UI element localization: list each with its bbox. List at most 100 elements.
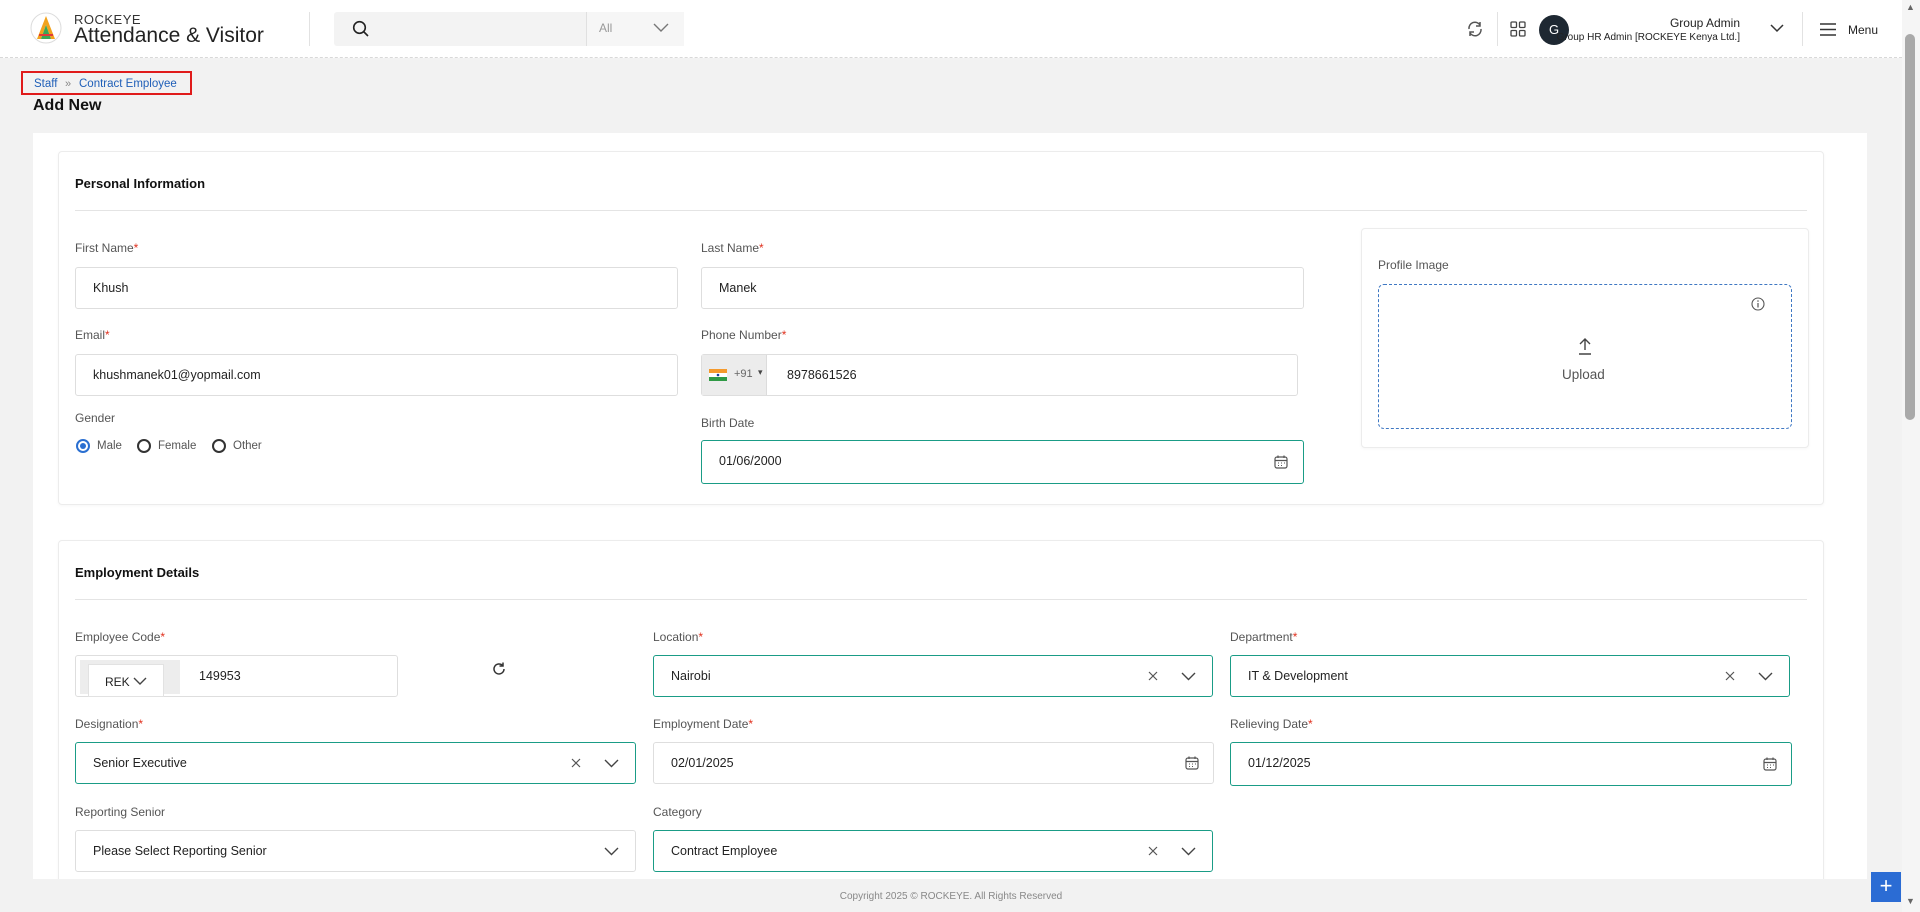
breadcrumb-staff-link[interactable]: Staff: [34, 78, 57, 90]
hamburger-menu-icon[interactable]: [1820, 23, 1836, 36]
chevron-down-icon: [133, 677, 147, 685]
first-name-label: First Name*: [75, 241, 139, 255]
calendar-icon[interactable]: [1185, 756, 1199, 770]
menu-button[interactable]: Menu: [1848, 23, 1878, 37]
caret-down-icon: ▾: [758, 367, 763, 377]
apps-grid-icon[interactable]: [1510, 21, 1526, 37]
gender-other-radio[interactable]: [212, 439, 226, 453]
india-flag-icon: [709, 369, 727, 381]
refresh-icon[interactable]: [1466, 20, 1484, 38]
rockeye-logo: [30, 12, 62, 44]
upload-icon: [1579, 338, 1591, 355]
chevron-right-icon: »: [65, 78, 72, 90]
global-search: All: [334, 12, 684, 46]
clear-icon[interactable]: [571, 758, 581, 768]
brand-name: Attendance & Visitor: [74, 24, 264, 47]
scroll-up-icon[interactable]: ▲: [1906, 2, 1915, 12]
first-name-field[interactable]: Khush: [75, 267, 678, 309]
gender-label: Gender: [75, 411, 116, 425]
divider: [75, 599, 1807, 600]
profile-upload-dropzone[interactable]: [1378, 284, 1792, 429]
scroll-down-icon[interactable]: ▼: [1906, 896, 1915, 906]
relieving-date-field[interactable]: 01/12/2025: [1230, 742, 1792, 786]
search-input[interactable]: [378, 17, 603, 41]
gender-male-radio[interactable]: [76, 439, 90, 453]
phone-label: Phone Number*: [701, 328, 787, 342]
breadcrumb: Staff » Contract Employee: [21, 71, 192, 95]
last-name-field[interactable]: Manek: [701, 267, 1304, 309]
chevron-down-icon[interactable]: [1770, 24, 1784, 33]
chevron-down-icon[interactable]: [1181, 847, 1196, 856]
search-icon: [352, 20, 369, 37]
divider: [309, 12, 310, 46]
employee-code-field[interactable]: REK 149953: [75, 655, 398, 697]
gender-other-label: Other: [233, 440, 262, 452]
email-label: Email*: [75, 328, 110, 342]
birth-date-field[interactable]: 01/06/2000: [701, 440, 1304, 484]
divider: [1497, 12, 1498, 46]
search-scope-select[interactable]: All: [586, 12, 684, 46]
category-label: Category: [653, 805, 702, 819]
department-select[interactable]: IT & Development: [1230, 655, 1790, 697]
info-icon[interactable]: [1751, 297, 1765, 311]
top-bar: ROCKEYE Attendance & Visitor All G Group…: [0, 0, 1902, 58]
chevron-down-icon[interactable]: [604, 759, 619, 768]
chevron-down-icon: [653, 23, 669, 32]
user-name[interactable]: Group Admin: [1670, 16, 1740, 30]
employment-date-value: 02/01/2025: [671, 756, 734, 770]
breadcrumb-contract-employee-link[interactable]: Contract Employee: [79, 78, 177, 90]
relieving-date-label: Relieving Date*: [1230, 717, 1313, 731]
calendar-icon[interactable]: [1763, 757, 1777, 771]
clear-icon[interactable]: [1148, 671, 1158, 681]
country-code-select[interactable]: +91 ▾: [702, 355, 767, 395]
clear-icon[interactable]: [1725, 671, 1735, 681]
last-name-value: Manek: [719, 281, 757, 295]
calendar-icon[interactable]: [1274, 455, 1288, 469]
relieving-date-value: 01/12/2025: [1248, 756, 1311, 770]
reporting-senior-label: Reporting Senior: [75, 805, 166, 819]
scrollbar-thumb[interactable]: [1905, 34, 1915, 420]
employee-code-prefix: REK: [105, 675, 130, 689]
last-name-label: Last Name*: [701, 241, 764, 255]
employee-code-prefix-box: REK: [80, 660, 180, 697]
birth-date-value: 01/06/2000: [719, 454, 782, 468]
gender-male-label: Male: [97, 440, 122, 452]
employee-code-value: 149953: [199, 669, 241, 683]
first-name-value: Khush: [93, 281, 129, 295]
add-fab-button[interactable]: +: [1871, 872, 1901, 902]
gender-female-label: Female: [158, 440, 197, 452]
upload-label[interactable]: Upload: [1562, 367, 1605, 382]
divider: [75, 210, 1807, 211]
phone-value: 8978661526: [787, 368, 857, 382]
department-value: IT & Development: [1248, 669, 1348, 683]
clear-icon[interactable]: [1148, 846, 1158, 856]
birth-date-label: Birth Date: [701, 416, 755, 430]
gender-female-radio[interactable]: [137, 439, 151, 453]
chevron-down-icon[interactable]: [1181, 672, 1196, 681]
reporting-senior-select[interactable]: Please Select Reporting Senior: [75, 830, 636, 872]
chevron-down-icon[interactable]: [1758, 672, 1773, 681]
chevron-down-icon[interactable]: [604, 847, 619, 856]
copyright-text: Copyright 2025 © ROCKEYE. All Rights Res…: [839, 891, 1063, 902]
country-code: +91: [734, 368, 753, 380]
designation-label: Designation*: [75, 717, 144, 731]
page-title: Add New: [33, 97, 102, 114]
employment-date-field[interactable]: 02/01/2025: [653, 742, 1214, 784]
location-value: Nairobi: [671, 669, 711, 683]
section-title-personal: Personal Information: [75, 176, 206, 191]
designation-select[interactable]: Senior Executive: [75, 742, 636, 784]
email-value: khushmanek01@yopmail.com: [93, 368, 261, 382]
location-label: Location*: [653, 630, 704, 644]
search-scope-value: All: [599, 21, 613, 35]
user-role: Group HR Admin [ROCKEYE Kenya Ltd.]: [1556, 32, 1740, 43]
employee-code-prefix-select[interactable]: REK: [88, 664, 164, 697]
email-field[interactable]: khushmanek01@yopmail.com: [75, 354, 678, 396]
employment-date-label: Employment Date*: [653, 717, 754, 731]
category-value: Contract Employee: [671, 844, 778, 858]
designation-value: Senior Executive: [93, 756, 187, 770]
location-select[interactable]: Nairobi: [653, 655, 1213, 697]
regenerate-code-icon[interactable]: [491, 661, 507, 677]
phone-field[interactable]: +91 ▾ 8978661526: [701, 354, 1298, 396]
reporting-senior-value: Please Select Reporting Senior: [93, 844, 267, 858]
category-select[interactable]: Contract Employee: [653, 830, 1213, 872]
